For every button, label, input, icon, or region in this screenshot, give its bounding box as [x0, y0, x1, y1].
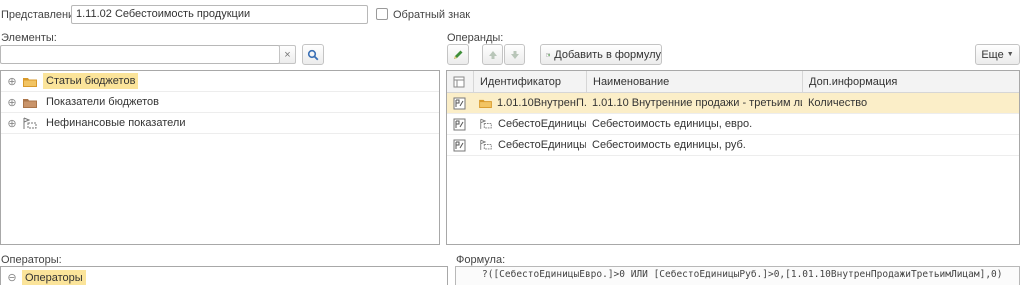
tree-item-budget-articles[interactable]: ⊕ Статьи бюджетов	[1, 71, 439, 92]
column-header-name[interactable]: Наименование	[586, 71, 802, 92]
operands-table: Идентификатор Наименование Доп.информаци…	[446, 70, 1020, 245]
nonfinancial-indicator-icon	[479, 118, 493, 130]
tree-item-budget-indicators[interactable]: ⊕ Показатели бюджетов	[1, 92, 439, 113]
search-button[interactable]	[302, 44, 324, 65]
elements-search-input[interactable]	[0, 45, 280, 64]
folder-icon	[21, 97, 39, 108]
move-down-button[interactable]	[504, 44, 525, 65]
expand-icon[interactable]: ⊕	[6, 96, 18, 109]
table-header: Идентификатор Наименование Доп.информаци…	[447, 71, 1019, 93]
cell-extra	[802, 135, 1019, 155]
move-up-button[interactable]	[482, 44, 503, 65]
cell-identifier: 1.01.10ВнутренП...	[473, 93, 586, 113]
header-icon-cell	[447, 71, 473, 92]
tree-item-label: Статьи бюджетов	[43, 73, 139, 89]
tree-item-label: Показатели бюджетов	[46, 96, 159, 108]
tree-item-nonfinancial[interactable]: ⊕ Нефинансовые показатели	[1, 113, 439, 134]
cell-identifier: СебестоЕдиницы...	[473, 135, 586, 155]
clear-icon: ×	[284, 48, 291, 61]
tree-item-label: Операторы	[22, 269, 86, 285]
table-row[interactable]: СебестоЕдиницы... Себестоимость единицы,…	[447, 135, 1019, 156]
elements-tree: ⊕ Статьи бюджетов ⊕ Показатели бюджетов …	[0, 70, 440, 245]
reverse-sign-label: Обратный знак	[393, 9, 471, 21]
search-icon	[307, 49, 319, 60]
cell-name: Себестоимость единицы, евро.	[592, 118, 753, 130]
cell-identifier: СебестоЕдиницы...	[473, 114, 586, 134]
reverse-sign-checkbox[interactable]	[376, 8, 388, 20]
collapse-icon[interactable]: ⊖	[6, 271, 18, 284]
pencil-icon	[454, 50, 463, 59]
row-type-icon	[447, 135, 473, 155]
row-type-icon	[447, 114, 473, 134]
cell-name: 1.01.10 Внутренние продажи - третьим лиц…	[592, 97, 802, 109]
nonfinancial-indicator-icon	[479, 139, 493, 151]
row-type-icon	[447, 93, 473, 113]
edit-button[interactable]	[447, 44, 469, 65]
table-icon	[453, 76, 465, 87]
add-to-formula-icon	[546, 52, 550, 57]
representation-input[interactable]: 1.11.02 Себестоимость продукции	[71, 5, 368, 24]
clear-search-button[interactable]: ×	[279, 45, 296, 64]
operators-tree: ⊖ Операторы	[0, 266, 448, 285]
cell-extra: Количество	[808, 97, 868, 109]
formula-label: Формула:	[456, 254, 506, 266]
table-row[interactable]: СебестоЕдиницы... Себестоимость единицы,…	[447, 114, 1019, 135]
cell-name: Себестоимость единицы, руб.	[592, 139, 746, 151]
folder-icon	[21, 76, 39, 87]
nonfinancial-indicator-icon	[21, 117, 39, 130]
tree-item-operators[interactable]: ⊖ Операторы	[1, 267, 447, 285]
dropdown-arrow-icon: ▼	[1006, 51, 1014, 58]
operands-label: Операнды:	[447, 32, 504, 44]
more-button[interactable]: Еще ▼	[975, 44, 1020, 65]
column-header-identifier[interactable]: Идентификатор	[473, 71, 586, 92]
formula-editor[interactable]: ?([СебестоЕдиницыЕвро.]>0 ИЛИ [СебестоЕд…	[455, 266, 1020, 285]
operators-label: Операторы:	[1, 254, 62, 266]
more-label: Еще	[981, 48, 1004, 61]
elements-label: Элементы:	[1, 32, 57, 44]
folder-icon	[479, 98, 492, 108]
arrow-up-icon	[488, 50, 497, 59]
expand-icon[interactable]: ⊕	[6, 75, 18, 88]
arrow-down-icon	[510, 50, 519, 59]
column-header-extra[interactable]: Доп.информация	[802, 71, 1019, 92]
add-to-formula-button[interactable]: Добавить в формулу	[540, 44, 662, 65]
expand-icon[interactable]: ⊕	[6, 117, 18, 130]
add-to-formula-label: Добавить в формулу	[554, 48, 661, 61]
cell-extra	[802, 114, 1019, 134]
tree-item-label: Нефинансовые показатели	[46, 117, 186, 129]
table-row[interactable]: 1.01.10ВнутренП... 1.01.10 Внутренние пр…	[447, 93, 1019, 114]
